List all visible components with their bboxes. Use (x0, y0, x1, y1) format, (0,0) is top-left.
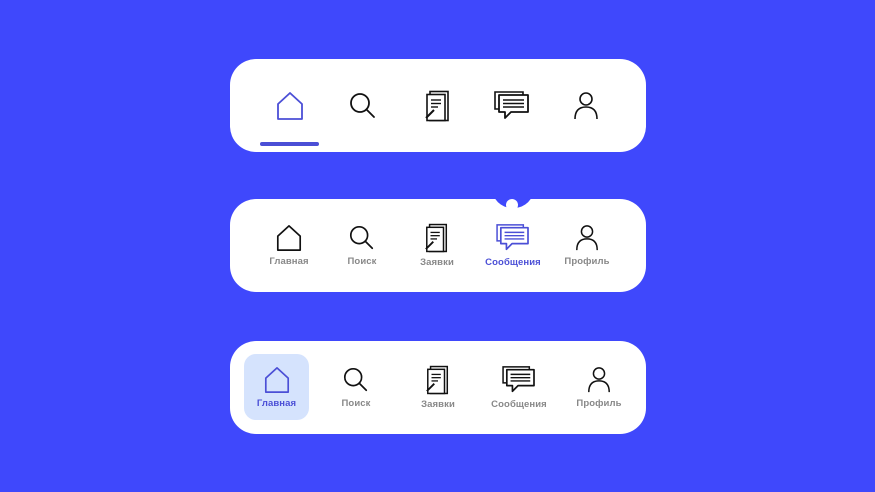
nav-label-requests: Заявки (421, 399, 455, 410)
requests-icon (425, 223, 448, 253)
search-icon (343, 367, 368, 392)
requests-icon (426, 365, 449, 395)
nav-label-search: Поиск (341, 398, 371, 409)
search-icon (350, 92, 375, 118)
profile-icon (588, 367, 610, 393)
active-dot (506, 199, 518, 211)
profile-icon (576, 225, 598, 251)
nav-bar-labeled-highlight: Главная Поиск Заявки Сообщения Профиль (230, 341, 646, 434)
messages-icon (494, 90, 529, 119)
nav-item-profile[interactable]: Профиль (574, 341, 624, 434)
nav-item-messages[interactable] (492, 59, 532, 152)
nav-label-profile: Профиль (576, 398, 622, 409)
nav-item-requests[interactable] (420, 59, 456, 152)
nav-item-requests[interactable]: Заявки (415, 341, 461, 434)
home-icon (277, 91, 303, 120)
nav-item-home[interactable]: Главная (244, 341, 309, 434)
home-icon (264, 367, 289, 393)
nav-label-home: Главная (256, 398, 297, 409)
messages-icon (502, 366, 535, 393)
nav-label-profile: Профиль (564, 256, 610, 267)
active-indicator (260, 142, 319, 146)
nav-item-search[interactable] (345, 59, 381, 152)
nav-item-messages[interactable]: Сообщения (488, 341, 550, 434)
nav-label-messages: Сообщения (485, 257, 541, 268)
nav-label-messages: Сообщения (491, 399, 547, 410)
nav-label-home: Главная (269, 256, 309, 267)
requests-icon (425, 90, 449, 121)
search-icon (349, 225, 374, 250)
nav-item-messages[interactable]: Сообщения (482, 199, 544, 292)
nav-item-home[interactable]: Главная (264, 199, 314, 292)
profile-icon (574, 91, 598, 119)
nav-item-requests[interactable]: Заявки (414, 199, 460, 292)
nav-item-search[interactable]: Поиск (340, 199, 384, 292)
nav-bar-icons-only (230, 59, 646, 152)
nav-label-requests: Заявки (420, 257, 454, 268)
messages-icon (496, 224, 529, 251)
nav-item-profile[interactable] (568, 59, 604, 152)
nav-bar-labeled-notch: Главная Поиск Заявки Сообщения Профиль (230, 199, 646, 292)
nav-item-home[interactable] (269, 59, 311, 152)
home-icon (276, 225, 302, 251)
nav-item-profile[interactable]: Профиль (562, 199, 612, 292)
nav-label-search: Поиск (347, 256, 377, 267)
nav-item-search[interactable]: Поиск (334, 341, 378, 434)
